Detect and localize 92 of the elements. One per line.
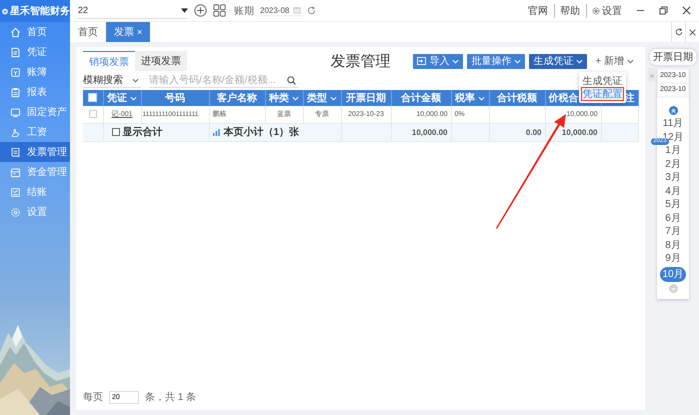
app-name: 星禾智能财务 <box>10 4 70 18</box>
column-header[interactable]: 凭证 <box>107 91 127 105</box>
period-label: 账期 <box>234 4 254 18</box>
search-icon <box>287 76 296 84</box>
close-icon[interactable] <box>682 6 691 15</box>
nav-item[interactable]: 账簿 <box>0 62 70 82</box>
column-header[interactable]: 税率 <box>455 91 475 105</box>
nav-item[interactable]: 首页 <box>0 22 70 42</box>
close-button[interactable] <box>685 22 699 42</box>
date-tooltip: 开票日期 <box>650 49 696 65</box>
period-field[interactable]: 2023-08 <box>260 6 302 16</box>
add-icon[interactable] <box>194 4 207 17</box>
month-item[interactable]: 3月 <box>665 171 681 184</box>
settings-icon <box>10 206 21 218</box>
month-item[interactable]: 1月 <box>665 144 681 158</box>
page-tab[interactable]: 首页 <box>70 22 106 42</box>
month-item[interactable]: 2月 <box>665 158 681 171</box>
page-title: 发票管理 <box>330 52 390 70</box>
top-link[interactable]: 官网 <box>528 4 548 18</box>
column-header[interactable]: 客户名称 <box>217 91 257 105</box>
total-amount: 10,000.00 <box>391 123 451 141</box>
receipt-icon <box>10 146 21 158</box>
hand-icon <box>10 126 21 138</box>
restore-icon[interactable] <box>659 6 668 15</box>
row-checkbox[interactable] <box>88 110 97 118</box>
settings-icon <box>592 6 600 14</box>
close-icon <box>689 28 696 36</box>
total-tax: 0.00 <box>489 123 545 141</box>
month-item[interactable]: 10月 <box>660 266 686 282</box>
month-item[interactable]: 4月 <box>665 184 681 198</box>
refresh-icon <box>674 28 682 36</box>
monitor-icon <box>10 106 21 118</box>
wallet-icon <box>10 166 21 178</box>
caret-icon <box>576 58 584 64</box>
book-icon <box>10 66 21 78</box>
caret-icon <box>514 58 522 64</box>
menu-item[interactable]: 生成凭证 <box>582 75 623 87</box>
column-header[interactable]: 种类 <box>269 91 289 105</box>
nav-item[interactable]: 结账 <box>0 182 70 202</box>
top-link[interactable]: 设置 <box>586 4 622 18</box>
nav-item[interactable]: 固定资产 <box>0 102 70 122</box>
page-tab[interactable]: 发票 × <box>106 22 150 42</box>
toolbar-button[interactable]: 生成凭证 <box>529 54 588 68</box>
nav-item[interactable]: 报表 <box>0 82 70 102</box>
month-item[interactable]: 8月 <box>665 238 681 252</box>
nav-item[interactable]: 资金管理 <box>0 162 70 182</box>
month-item[interactable]: 11月 <box>662 117 684 130</box>
nav-item[interactable]: 发票管理 <box>0 142 70 162</box>
invoice-tab[interactable]: 进项发票 <box>135 51 187 71</box>
month-item[interactable]: 6月 <box>665 212 681 225</box>
caret-icon <box>132 78 139 82</box>
toolbar-button[interactable]: 导入 <box>413 54 464 68</box>
home-icon <box>10 26 21 38</box>
nav-item[interactable]: 工资 <box>0 122 70 142</box>
subtotal-label: 本页小计（1）张 <box>224 126 300 139</box>
clipboard-icon <box>10 86 21 98</box>
document-icon <box>10 46 21 58</box>
top-link[interactable]: 帮助 <box>554 4 580 18</box>
column-header[interactable]: 合计金额 <box>401 91 441 105</box>
collapse-button[interactable]: » <box>648 68 656 82</box>
column-header[interactable]: 类型 <box>307 91 327 105</box>
page-size-label: 每页 <box>83 391 103 404</box>
show-total-checkbox[interactable] <box>112 128 120 136</box>
checklist-icon <box>10 186 21 198</box>
nav-item[interactable]: 凭证 <box>0 42 70 62</box>
import-icon <box>417 57 426 65</box>
menu-item[interactable]: 凭证配置 <box>582 88 623 100</box>
dropdown-icon <box>181 8 188 12</box>
month-item[interactable]: 7月 <box>665 225 681 238</box>
record-count: 条，共 1 条 <box>145 390 196 404</box>
caret-icon <box>452 58 460 64</box>
grid-icon[interactable] <box>213 4 226 17</box>
month-item[interactable]: 5月 <box>665 198 681 212</box>
account-select[interactable]: 22 <box>78 2 188 18</box>
calendar-icon <box>293 6 302 14</box>
select-all-checkbox[interactable] <box>88 93 98 102</box>
search-mode-select[interactable]: 模糊搜索 <box>83 74 141 88</box>
toolbar-button[interactable]: + 新增 <box>591 54 638 68</box>
column-header[interactable]: 开票日期 <box>346 91 386 105</box>
column-header[interactable]: 号码 <box>165 91 185 105</box>
refresh-button[interactable] <box>671 22 685 42</box>
nav-item[interactable]: 设置 <box>0 202 70 222</box>
refresh-icon[interactable] <box>307 6 316 15</box>
bar-chart-icon <box>212 128 220 136</box>
close-tab-button[interactable]: × <box>137 27 142 37</box>
scroll-up-button[interactable] <box>668 106 678 115</box>
show-total-label: 显示合计 <box>122 126 162 139</box>
column-header[interactable]: 价税合 <box>548 91 578 105</box>
caret-icon <box>627 58 634 64</box>
toolbar-button[interactable]: 批量操作 <box>467 54 526 68</box>
column-header[interactable]: 合计税额 <box>497 91 537 105</box>
month-item[interactable]: 9月 <box>665 252 681 266</box>
